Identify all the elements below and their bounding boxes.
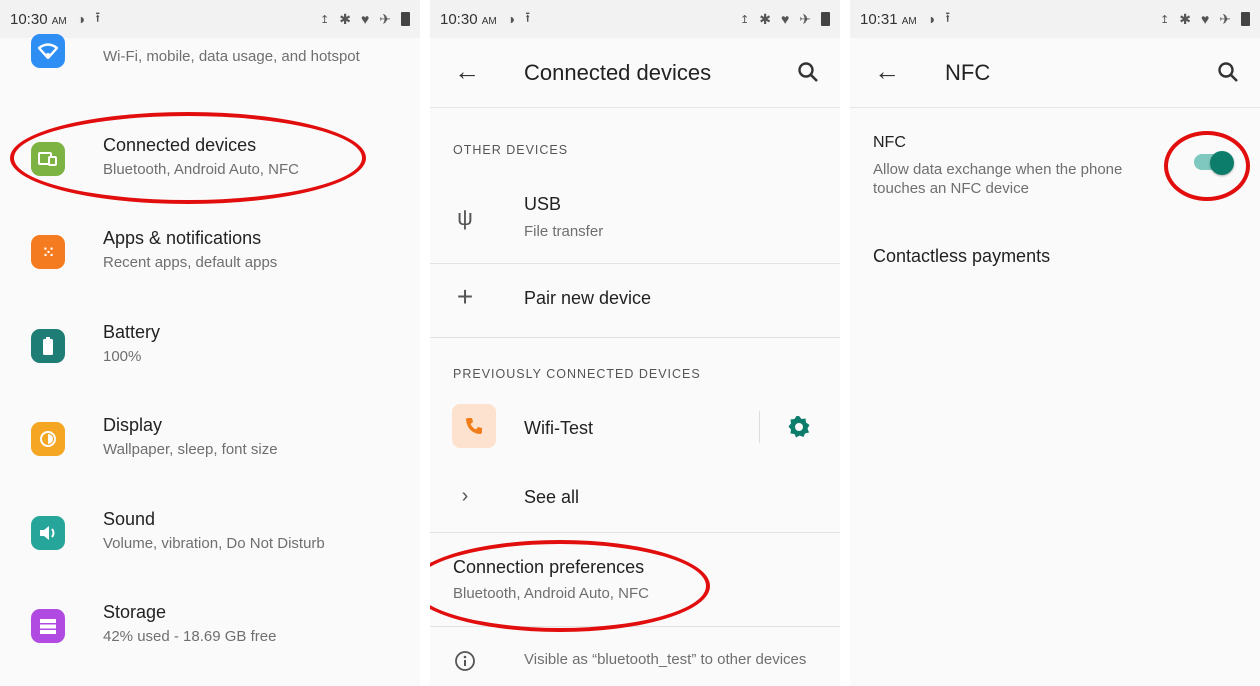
connection-preferences-title: Connection preferences xyxy=(453,557,645,577)
search-icon[interactable] xyxy=(794,58,822,86)
settings-item-network[interactable]: Wi-Fi, mobile, data usage, and hotspot xyxy=(0,34,420,96)
status-bar: 10:31 AM ◑ ⭱ ↥ ✱ ♥ ✈ xyxy=(850,0,1260,38)
settings-item-battery[interactable]: Battery 100% xyxy=(0,322,420,382)
upload-icon: ⭱ xyxy=(945,9,951,25)
settings-item-title: Storage xyxy=(103,602,167,622)
visible-as-text: Visible as “bluetooth_test” to other dev… xyxy=(524,651,807,668)
settings-item-subtitle: Volume, vibration, Do Not Disturb xyxy=(103,535,325,552)
data-saver-icon: ◑ xyxy=(76,11,86,27)
status-ampm: AM xyxy=(901,15,917,27)
upload-icon: ⭱ xyxy=(95,9,101,25)
airplane-icon: ✈ xyxy=(1219,10,1231,27)
section-header-other-devices: OTHER DEVICES xyxy=(453,143,569,157)
settings-item-subtitle: 42% used - 18.69 GB free xyxy=(103,628,277,645)
display-icon xyxy=(31,422,65,456)
settings-item-title: Battery xyxy=(103,322,161,342)
see-all-label: See all xyxy=(524,487,580,507)
app-bar: ← NFC xyxy=(850,38,1260,108)
battery-status-icon xyxy=(1241,12,1250,26)
settings-item-title: Apps & notifications xyxy=(103,228,262,248)
nfc-title: NFC xyxy=(873,134,906,151)
data-saver-icon: ◑ xyxy=(926,11,936,27)
signal-icon: ↥ xyxy=(1160,13,1170,26)
wifi-icon xyxy=(31,34,65,68)
settings-item-title: Connected devices xyxy=(103,135,257,155)
settings-item-subtitle: Wallpaper, sleep, font size xyxy=(103,441,278,458)
page-title: Connected devices xyxy=(524,60,712,85)
divider xyxy=(430,626,840,627)
divider xyxy=(430,337,840,338)
upload-icon: ⭱ xyxy=(525,9,531,25)
settings-item-connected-devices[interactable]: Connected devices Bluetooth, Android Aut… xyxy=(0,135,420,195)
wifi-test-label: Wifi-Test xyxy=(524,418,593,438)
settings-item-title: Display xyxy=(103,415,163,435)
status-bar: 10:30 AM ◑ ⭱ ↥ ✱ ♥ ✈ xyxy=(430,0,840,38)
status-time: 10:30 xyxy=(440,10,478,28)
back-arrow-icon[interactable]: ← xyxy=(454,56,480,86)
phone-icon xyxy=(452,404,496,448)
storage-icon xyxy=(31,609,65,643)
info-icon xyxy=(455,651,475,671)
usb-subtitle: File transfer xyxy=(524,223,604,240)
status-ampm: AM xyxy=(51,15,67,27)
chevron-right-icon: › xyxy=(461,484,469,507)
connected-devices-icon xyxy=(31,142,65,176)
airplane-icon: ✈ xyxy=(799,10,811,27)
settings-item-subtitle: 100% xyxy=(103,348,142,365)
search-icon[interactable] xyxy=(1214,58,1242,86)
divider xyxy=(430,532,840,533)
settings-item-subtitle: Bluetooth, Android Auto, NFC xyxy=(103,161,299,178)
data-saver-icon: ◑ xyxy=(506,11,516,27)
section-header-previously-connected: PREVIOUSLY CONNECTED DEVICES xyxy=(453,367,701,381)
sound-icon xyxy=(31,516,65,550)
connection-preferences-subtitle: Bluetooth, Android Auto, NFC xyxy=(453,585,649,602)
settings-item-sound[interactable]: Sound Volume, vibration, Do Not Disturb xyxy=(0,509,420,569)
nfc-subtitle: Allow data exchange when the phone touch… xyxy=(873,161,1123,197)
bluetooth-icon: ✱ xyxy=(339,10,351,27)
battery-status-icon xyxy=(821,12,830,26)
settings-item-display[interactable]: Display Wallpaper, sleep, font size xyxy=(0,415,420,475)
status-ampm: AM xyxy=(481,15,497,27)
status-time: 10:30 xyxy=(10,10,48,28)
app-bar: ← Connected devices xyxy=(430,38,840,108)
gear-icon[interactable] xyxy=(786,414,812,440)
settings-item-subtitle: Wi-Fi, mobile, data usage, and hotspot xyxy=(103,48,360,65)
nfc-panel: 10:31 AM ◑ ⭱ ↥ ✱ ♥ ✈ ← NFC NFC Allow dat… xyxy=(850,0,1260,686)
vertical-divider xyxy=(759,411,760,443)
plus-icon: + xyxy=(456,281,474,312)
bluetooth-icon: ✱ xyxy=(759,10,771,27)
signal-icon: ↥ xyxy=(320,13,330,26)
settings-item-storage[interactable]: Storage 42% used - 18.69 GB free xyxy=(0,602,420,662)
wifi-status-icon: ♥ xyxy=(1200,11,1210,27)
status-time: 10:31 xyxy=(860,10,898,28)
back-arrow-icon[interactable]: ← xyxy=(874,56,900,86)
battery-status-icon xyxy=(401,12,410,26)
connected-devices-panel: 10:30 AM ◑ ⭱ ↥ ✱ ♥ ✈ ← Connected devices… xyxy=(430,0,840,686)
settings-panel: 10:30 AM ◑ ⭱ ↥ ✱ ♥ ✈ Wi-Fi, mobile, data… xyxy=(0,0,420,686)
signal-icon: ↥ xyxy=(740,13,750,26)
contactless-payments-item[interactable]: Contactless payments xyxy=(873,246,1050,267)
page-title: NFC xyxy=(945,60,991,85)
airplane-icon: ✈ xyxy=(379,10,391,27)
pair-new-device-label: Pair new device xyxy=(524,288,652,308)
settings-item-apps[interactable]: ⁙ Apps & notifications Recent apps, defa… xyxy=(0,228,420,288)
status-bar: 10:30 AM ◑ ⭱ ↥ ✱ ♥ ✈ xyxy=(0,0,420,38)
toggle-knob xyxy=(1210,151,1234,175)
divider xyxy=(430,263,840,264)
bluetooth-icon: ✱ xyxy=(1179,10,1191,27)
settings-item-subtitle: Recent apps, default apps xyxy=(103,254,278,271)
usb-icon: ψ xyxy=(457,205,473,230)
apps-icon: ⁙ xyxy=(31,235,65,269)
wifi-status-icon: ♥ xyxy=(360,11,370,27)
settings-item-title: Sound xyxy=(103,509,156,529)
wifi-status-icon: ♥ xyxy=(780,11,790,27)
usb-title: USB xyxy=(524,194,562,214)
battery-icon xyxy=(31,329,65,363)
